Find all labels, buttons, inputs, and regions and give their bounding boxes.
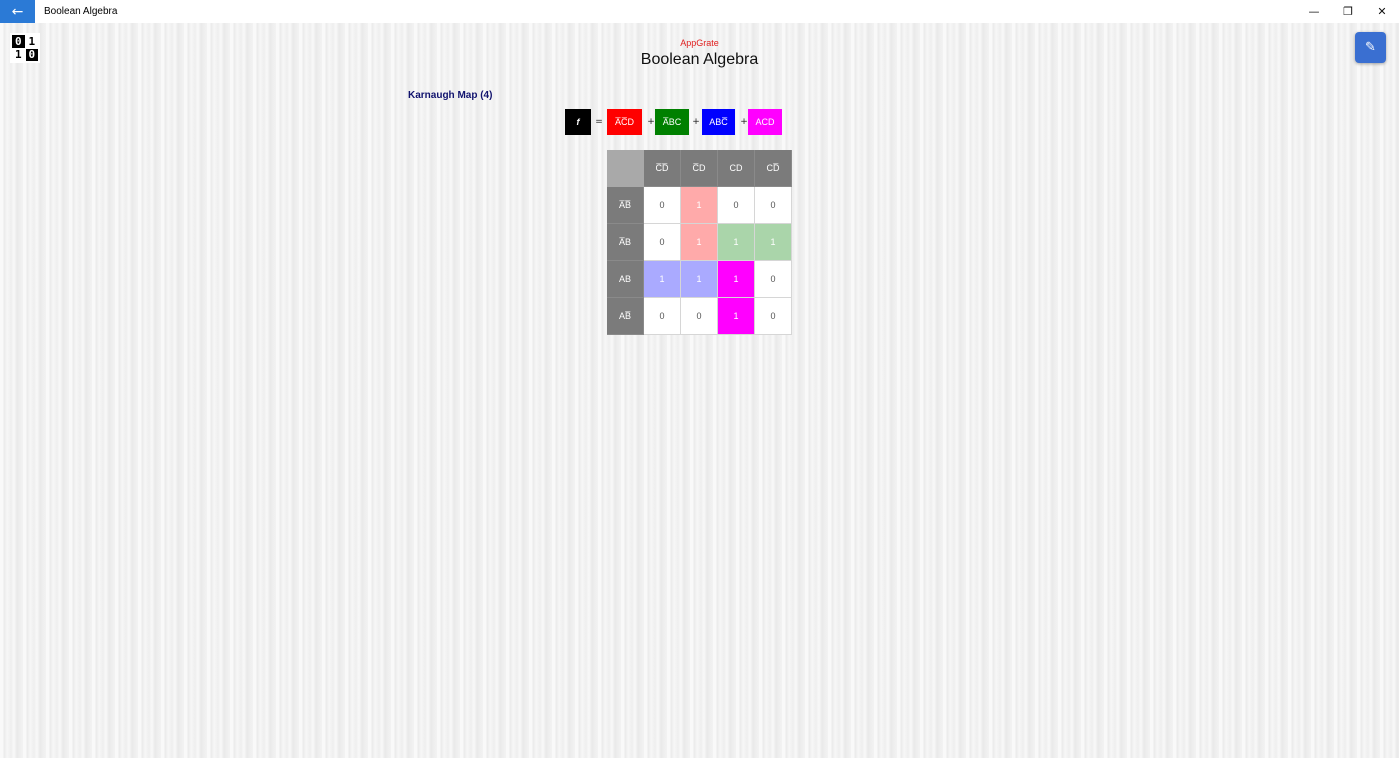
kmap-row-header: AB̅ — [607, 298, 644, 335]
kmap-cell[interactable]: 1 — [718, 261, 755, 298]
window-title: Boolean Algebra — [44, 6, 118, 17]
expression-term[interactable]: ACD — [748, 109, 782, 135]
kmap-cell[interactable]: 1 — [681, 224, 718, 261]
kmap-cell[interactable]: 0 — [644, 224, 681, 261]
section-title: Karnaugh Map (4) — [408, 90, 493, 101]
kmap-cell[interactable]: 0 — [755, 261, 792, 298]
kmap-cell[interactable]: 1 — [681, 261, 718, 298]
close-icon: ✕ — [1377, 5, 1387, 18]
kmap-cell[interactable]: 0 — [718, 187, 755, 224]
kmap-cell[interactable]: 1 — [718, 298, 755, 335]
expression-term[interactable]: ABC̅ — [702, 109, 735, 135]
close-button[interactable]: ✕ — [1365, 0, 1399, 23]
kmap-cell[interactable]: 0 — [644, 298, 681, 335]
kmap-row-header: A̅B̅ — [607, 187, 644, 224]
minimize-icon: — — [1308, 5, 1320, 18]
karnaugh-map: C̅D̅ C̅D CD CD̅ A̅B̅ 0 1 0 0 A̅B 0 1 1 1… — [607, 150, 792, 335]
kmap-cell[interactable]: 0 — [755, 187, 792, 224]
kmap-col-header: C̅D̅ — [644, 150, 681, 187]
kmap-col-header: CD̅ — [755, 150, 792, 187]
window-controls: — ❐ ✕ — [1297, 0, 1399, 23]
kmap-corner — [607, 150, 644, 187]
kmap-cell[interactable]: 0 — [755, 298, 792, 335]
page-title: Boolean Algebra — [640, 51, 759, 68]
plus-sign: + — [692, 117, 700, 127]
back-button[interactable]: ← — [0, 0, 35, 23]
restore-icon: ❐ — [1343, 5, 1353, 18]
kmap-cell[interactable]: 1 — [644, 261, 681, 298]
minimize-button[interactable]: — — [1297, 0, 1331, 23]
restore-button[interactable]: ❐ — [1331, 0, 1365, 23]
kmap-cell[interactable]: 1 — [681, 187, 718, 224]
kmap-cell[interactable]: 0 — [681, 298, 718, 335]
expression-term[interactable]: A̅BC — [655, 109, 689, 135]
kmap-row-header: A̅B — [607, 224, 644, 261]
title-bar: ← Boolean Algebra — ❐ ✕ — [0, 0, 1399, 23]
kmap-cell[interactable]: 1 — [718, 224, 755, 261]
kmap-cell[interactable]: 1 — [755, 224, 792, 261]
kmap-cell[interactable]: 0 — [644, 187, 681, 224]
kmap-col-header: C̅D — [681, 150, 718, 187]
brand-label: AppGrate — [680, 38, 719, 48]
back-arrow-icon: ← — [11, 3, 24, 20]
equals-sign: = — [595, 117, 603, 127]
expression-term[interactable]: A̅C̅D — [607, 109, 642, 135]
kmap-col-header: CD — [718, 150, 755, 187]
function-label: f — [565, 109, 591, 135]
kmap-row-header: AB — [607, 261, 644, 298]
